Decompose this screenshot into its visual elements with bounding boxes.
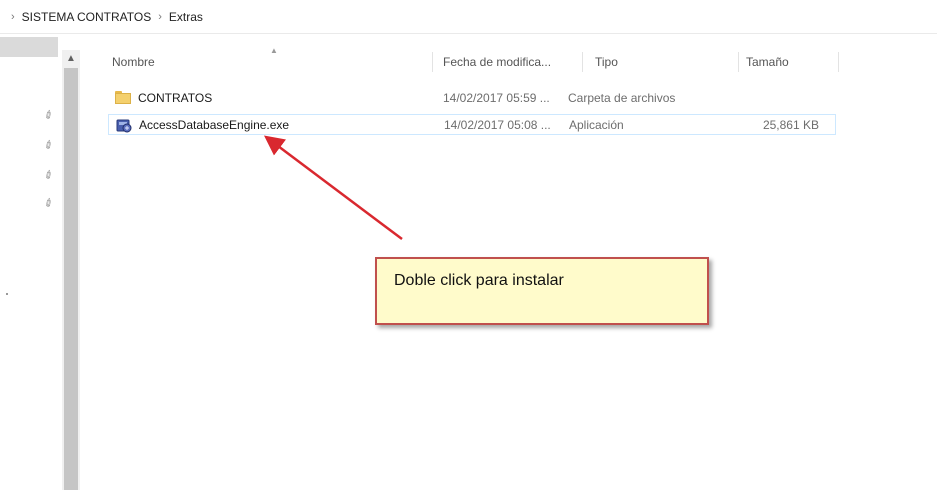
file-type: Carpeta de archivos (568, 91, 676, 105)
scroll-up-arrow-icon[interactable]: ▲ (62, 50, 80, 66)
column-header-size[interactable]: Tamaño (746, 55, 789, 69)
folder-icon (115, 91, 131, 104)
file-date: 14/02/2017 05:59 ... (443, 91, 550, 105)
file-row-accessdatabaseengine[interactable]: AccessDatabaseEngine.exe 14/02/2017 05:0… (108, 114, 836, 135)
breadcrumb-item-sistema-contratos[interactable]: SISTEMA CONTRATOS (22, 10, 152, 24)
divider-dot (6, 293, 8, 295)
file-name: CONTRATOS (138, 91, 213, 105)
application-icon (116, 119, 132, 133)
column-headers: ▲ Nombre Fecha de modifica... Tipo Tamañ… (110, 46, 850, 76)
callout-text: Doble click para instalar (394, 272, 564, 289)
column-divider[interactable] (582, 52, 583, 72)
navigation-selected-item[interactable] (0, 37, 58, 57)
file-date: 14/02/2017 05:08 ... (444, 118, 551, 132)
column-divider[interactable] (738, 52, 739, 72)
file-size: 25,861 KB (762, 118, 819, 132)
column-header-date[interactable]: Fecha de modifica... (443, 55, 551, 69)
scrollbar-thumb[interactable] (64, 68, 78, 490)
column-divider[interactable] (838, 52, 839, 72)
file-row-contratos[interactable]: CONTRATOS 14/02/2017 05:59 ... Carpeta d… (108, 88, 836, 109)
sort-ascending-icon: ▲ (270, 46, 278, 55)
breadcrumb-item-extras[interactable]: Extras (169, 10, 203, 24)
instruction-callout: Doble click para instalar (375, 257, 709, 325)
breadcrumb: › SISTEMA CONTRATOS › Extras (0, 0, 937, 34)
file-type: Aplicación (569, 118, 624, 132)
column-header-name[interactable]: Nombre (112, 55, 155, 69)
breadcrumb-separator: › (158, 10, 162, 23)
breadcrumb-separator: › (11, 10, 15, 23)
column-header-type[interactable]: Tipo (595, 55, 618, 69)
column-divider[interactable] (432, 52, 433, 72)
file-name: AccessDatabaseEngine.exe (139, 118, 290, 132)
